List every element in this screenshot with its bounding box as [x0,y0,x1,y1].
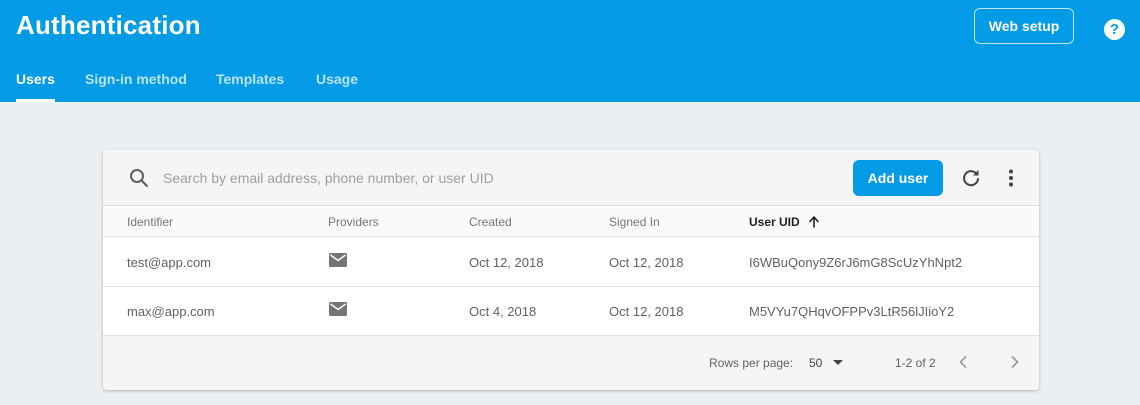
table-row[interactable]: max@app.com Oct 4, 2018 Oct 12, 2018 M5V… [103,287,1039,336]
column-header-user-uid[interactable]: User UID [749,215,820,229]
page-title: Authentication [16,10,201,40]
column-header-identifier[interactable]: Identifier [127,215,173,229]
table-pagination: Rows per page: 50 1-2 of 2 [103,336,1039,390]
chevron-right-icon[interactable] [1005,352,1025,372]
column-header-signed-in[interactable]: Signed In [609,215,660,229]
column-header-created[interactable]: Created [469,215,512,229]
cell-user-uid: I6WBuQony9Z6rJ6mG8ScUzYhNpt2 [749,255,963,270]
dropdown-caret-icon [833,360,843,365]
cell-user-uid: M5VYu7QHqvOFPPv3LtR56lJIioY2 [749,304,955,319]
cell-identifier: test@app.com [127,255,212,270]
search-icon [130,169,149,188]
cell-created: Oct 4, 2018 [469,304,537,319]
tab-templates[interactable]: Templates [216,62,284,102]
sort-ascending-icon [809,216,819,228]
search-input[interactable] [163,164,683,192]
column-header-user-uid-label: User UID [749,215,800,229]
refresh-icon[interactable] [959,166,983,190]
users-toolbar: Add user [103,150,1039,206]
users-card: Add user Identifier Providers Created Si… [103,150,1039,390]
tab-sign-in-method[interactable]: Sign-in method [85,62,187,102]
cell-identifier: max@app.com [127,304,215,319]
cell-created: Oct 12, 2018 [469,255,544,270]
email-icon [329,302,347,316]
table-row[interactable]: test@app.com Oct 12, 2018 Oct 12, 2018 I… [103,238,1039,287]
web-setup-button[interactable]: Web setup [974,8,1074,44]
email-icon [329,253,347,267]
column-header-providers: Providers [328,215,379,229]
tab-usage[interactable]: Usage [316,62,358,102]
rows-per-page-value: 50 [809,356,823,370]
app-header: Authentication Web setup ? Users Sign-in… [0,0,1140,102]
help-icon[interactable]: ? [1104,19,1125,40]
chevron-left-icon[interactable] [953,352,973,372]
cell-signed-in: Oct 12, 2018 [609,255,684,270]
page-range-text: 1-2 of 2 [895,356,936,370]
add-user-button[interactable]: Add user [853,160,943,196]
cell-signed-in: Oct 12, 2018 [609,304,684,319]
table-header: Identifier Providers Created Signed In U… [103,207,1039,237]
rows-per-page-select[interactable]: 50 [809,350,849,376]
tab-users[interactable]: Users [16,62,55,102]
more-vert-icon[interactable] [999,166,1023,190]
rows-per-page-label: Rows per page: [709,356,794,370]
